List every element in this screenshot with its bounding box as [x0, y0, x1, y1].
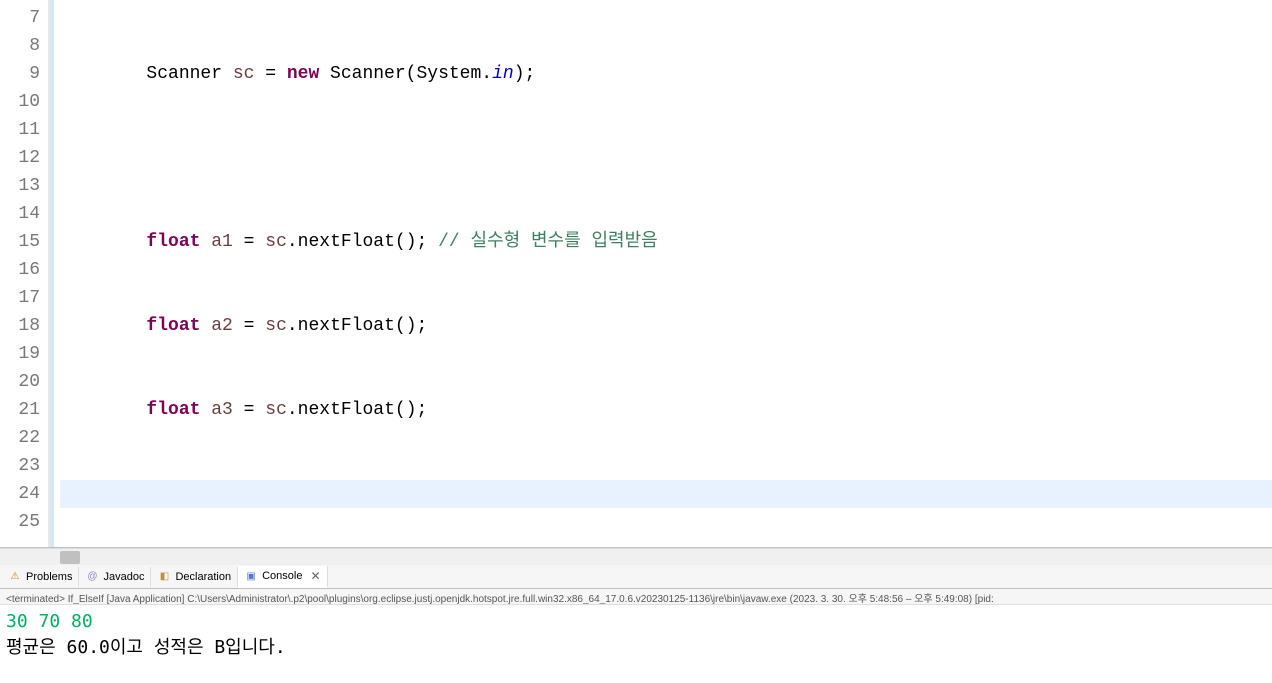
- javadoc-icon: @: [85, 570, 99, 584]
- tab-console[interactable]: ▣ Console ✕: [238, 566, 327, 588]
- tab-javadoc[interactable]: @ Javadoc: [79, 567, 151, 587]
- close-icon[interactable]: ✕: [310, 569, 320, 583]
- line-number: 11: [0, 116, 40, 144]
- line-number: 12: [0, 144, 40, 172]
- line-number: 15: [0, 228, 40, 256]
- declaration-icon: ◧: [157, 570, 171, 584]
- line-number: 13: [0, 172, 40, 200]
- code-content[interactable]: Scanner sc = new Scanner(System.in); flo…: [50, 0, 1272, 547]
- code-line[interactable]: float a2 = sc.nextFloat();: [60, 312, 1272, 340]
- tab-label: Javadoc: [103, 571, 144, 583]
- line-number: 20: [0, 368, 40, 396]
- scrollbar-thumb[interactable]: [60, 551, 80, 564]
- code-line[interactable]: float a1 = sc.nextFloat(); // 실수형 변수를 입력…: [60, 228, 1272, 256]
- console-input-line: 30 70 80: [6, 609, 1266, 635]
- line-number: 21: [0, 396, 40, 424]
- line-number: 25: [0, 508, 40, 536]
- line-number: 16: [0, 256, 40, 284]
- code-line[interactable]: [60, 144, 1272, 172]
- console-header: <terminated> If_ElseIf [Java Application…: [0, 589, 1272, 605]
- tab-declaration[interactable]: ◧ Declaration: [151, 567, 238, 587]
- line-number: 19: [0, 340, 40, 368]
- line-number: 18: [0, 312, 40, 340]
- line-number: 14: [0, 200, 40, 228]
- horizontal-scrollbar[interactable]: [0, 548, 1272, 565]
- code-line[interactable]: Scanner sc = new Scanner(System.in);: [60, 60, 1272, 88]
- tab-label: Problems: [26, 571, 72, 583]
- line-number: 9: [0, 60, 40, 88]
- console-output-line: 평균은 60.0이고 성적은 B입니다.: [6, 635, 1266, 661]
- line-number: 7: [0, 4, 40, 32]
- code-line[interactable]: float a3 = sc.nextFloat();: [60, 396, 1272, 424]
- tab-label: Declaration: [175, 571, 231, 583]
- code-line-current[interactable]: [60, 480, 1272, 508]
- code-editor[interactable]: 7 8 9 10 11 12 13 14 15 16 17 18 19 20 2…: [0, 0, 1272, 548]
- line-number: 8: [0, 32, 40, 60]
- problems-icon: ⚠: [8, 570, 22, 584]
- console-icon: ▣: [244, 569, 258, 583]
- tab-problems[interactable]: ⚠ Problems: [2, 567, 79, 587]
- line-number: 23: [0, 452, 40, 480]
- line-number: 17: [0, 284, 40, 312]
- console-output[interactable]: 30 70 80 평균은 60.0이고 성적은 B입니다.: [0, 605, 1272, 665]
- line-number: 10: [0, 88, 40, 116]
- line-gutter: 7 8 9 10 11 12 13 14 15 16 17 18 19 20 2…: [0, 0, 50, 547]
- bottom-panel-tabs: ⚠ Problems @ Javadoc ◧ Declaration ▣ Con…: [0, 565, 1272, 589]
- line-number: 24: [0, 480, 40, 508]
- line-number: 22: [0, 424, 40, 452]
- tab-label: Console: [262, 570, 302, 582]
